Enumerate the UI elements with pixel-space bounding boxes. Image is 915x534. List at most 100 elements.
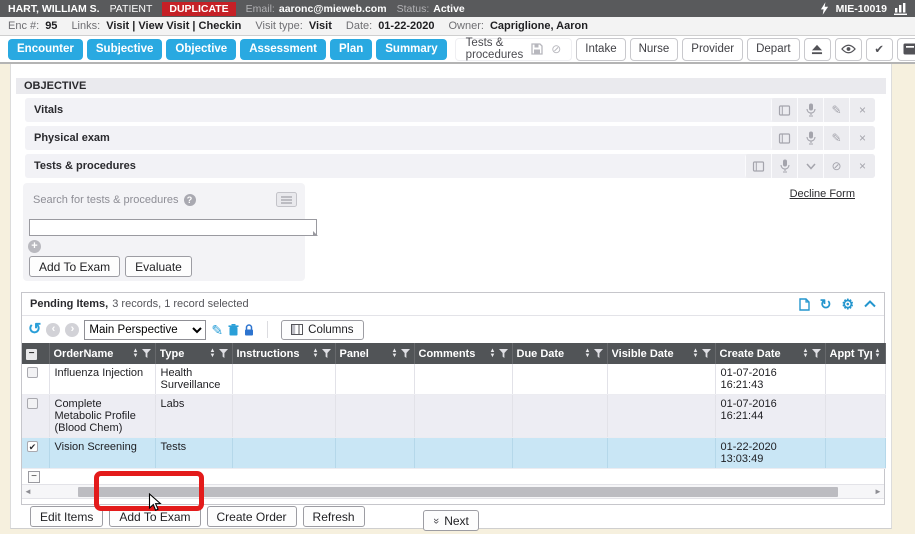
edit-icon[interactable]: ✎ <box>823 98 849 122</box>
tab-objective[interactable]: Objective <box>166 39 236 60</box>
col-panel[interactable]: Panel▲▼ <box>335 343 414 364</box>
microphone-icon[interactable] <box>797 126 823 150</box>
microphone-icon[interactable] <box>771 154 797 178</box>
edit-perspective-icon[interactable]: ✎ <box>211 323 223 337</box>
check-button[interactable]: ✔ <box>866 38 893 61</box>
sort-icon[interactable]: ▲▼ <box>392 349 398 358</box>
filter-icon[interactable] <box>219 349 228 358</box>
col-comments[interactable]: Comments▲▼ <box>414 343 512 364</box>
scrollbar-thumb[interactable] <box>78 487 838 497</box>
filter-icon[interactable] <box>142 349 151 358</box>
tab-assessment[interactable]: Assessment <box>240 39 326 60</box>
book-icon[interactable] <box>771 98 797 122</box>
col-ordername[interactable]: OrderName▲▼ <box>49 343 155 364</box>
col-visible-date[interactable]: Visible Date▲▼ <box>607 343 715 364</box>
save-icon[interactable] <box>531 43 543 55</box>
cell-create-date: 01-22-2020 13:03:49 <box>715 438 825 469</box>
close-icon[interactable]: × <box>849 154 875 178</box>
close-icon[interactable]: × <box>849 98 875 122</box>
col-due-date[interactable]: Due Date▲▼ <box>512 343 607 364</box>
duplicate-badge[interactable]: DUPLICATE <box>162 2 235 16</box>
row-checkbox[interactable] <box>27 441 38 452</box>
sort-icon[interactable]: ▲▼ <box>313 349 319 358</box>
filter-icon[interactable] <box>594 349 603 358</box>
col-type[interactable]: Type▲▼ <box>155 343 232 364</box>
row-checkbox[interactable] <box>27 398 38 409</box>
sort-icon[interactable]: ▲▼ <box>803 349 809 358</box>
provider-button[interactable]: Provider <box>682 38 743 61</box>
scroll-left-icon[interactable]: ◄ <box>22 488 34 496</box>
perspective-select[interactable]: Main Perspective <box>84 320 206 340</box>
filter-icon[interactable] <box>702 349 711 358</box>
archive-button[interactable] <box>897 38 915 61</box>
cancel-icon[interactable]: ⊘ <box>551 42 561 56</box>
cell-due-date <box>512 364 607 395</box>
eject-button[interactable] <box>804 38 831 61</box>
collapse-chevron-icon[interactable] <box>864 300 876 308</box>
filter-icon[interactable] <box>322 349 331 358</box>
collapse-all-icon[interactable]: − <box>26 349 37 360</box>
list-icon[interactable] <box>276 192 297 207</box>
eye-button[interactable] <box>835 38 862 61</box>
prev-page-icon[interactable]: ‹ <box>46 323 60 337</box>
table-row-selected[interactable]: Vision Screening Tests 01-22-2020 13:03:… <box>22 438 885 469</box>
filter-icon[interactable] <box>401 349 410 358</box>
bolt-icon[interactable] <box>820 2 829 15</box>
sort-icon[interactable]: ▲▼ <box>210 349 216 358</box>
links-label: Links: <box>71 20 100 32</box>
tab-plan[interactable]: Plan <box>330 39 372 60</box>
resize-grip-icon[interactable] <box>313 231 318 236</box>
select-all-header[interactable]: − <box>22 343 49 364</box>
undo-icon[interactable]: ↺ <box>28 322 41 338</box>
col-appt-type[interactable]: Appt Type▲▼ <box>825 343 885 364</box>
system-code: MIE-10019 <box>836 3 887 15</box>
sort-icon[interactable]: ▲▼ <box>585 349 591 358</box>
sort-icon[interactable]: ▲▼ <box>133 349 139 358</box>
vitals-section-row[interactable]: Vitals ✎ × <box>25 98 875 122</box>
scroll-right-icon[interactable]: ► <box>872 488 884 496</box>
visit-links[interactable]: Visit | View Visit | Checkin <box>106 20 241 32</box>
chevron-down-icon[interactable] <box>797 154 823 178</box>
lock-icon[interactable] <box>244 324 254 336</box>
sort-icon[interactable]: ▲▼ <box>693 349 699 358</box>
close-icon[interactable]: × <box>849 126 875 150</box>
tests-search-input[interactable] <box>29 219 317 236</box>
help-icon[interactable]: ? <box>184 194 196 206</box>
row-checkbox[interactable] <box>27 367 38 378</box>
table-row[interactable]: Complete Metabolic Profile (Blood Chem) … <box>22 395 885 438</box>
add-row-icon[interactable]: + <box>28 240 41 253</box>
col-instructions[interactable]: Instructions▲▼ <box>232 343 335 364</box>
new-document-icon[interactable] <box>799 298 810 311</box>
next-page-icon[interactable]: › <box>65 323 79 337</box>
filter-icon[interactable] <box>812 349 821 358</box>
refresh-icon[interactable]: ↻ <box>820 297 832 311</box>
col-create-date[interactable]: Create Date▲▼ <box>715 343 825 364</box>
columns-button[interactable]: Columns <box>281 320 363 340</box>
tab-summary[interactable]: Summary <box>376 39 446 60</box>
next-button[interactable]: » Next <box>423 510 479 531</box>
tests-section-row[interactable]: Tests & procedures ⊘ × <box>25 154 875 178</box>
collapse-icon[interactable]: − <box>28 471 40 483</box>
horizontal-scrollbar[interactable]: ◄ ► <box>22 485 884 499</box>
physical-exam-section-row[interactable]: Physical exam ✎ × <box>25 126 875 150</box>
edit-icon[interactable]: ✎ <box>823 126 849 150</box>
book-icon[interactable] <box>771 126 797 150</box>
add-to-exam-button-top[interactable]: Add To Exam <box>29 256 120 277</box>
book-icon[interactable] <box>745 154 771 178</box>
delete-perspective-icon[interactable] <box>228 324 239 336</box>
sort-icon[interactable]: ▲▼ <box>490 349 496 358</box>
table-row[interactable]: Influenza Injection Health Surveillance … <box>22 364 885 395</box>
tab-encounter[interactable]: Encounter <box>8 39 83 60</box>
evaluate-button[interactable]: Evaluate <box>125 256 192 277</box>
chart-icon[interactable] <box>894 2 907 15</box>
intake-button[interactable]: Intake <box>576 38 625 61</box>
nurse-button[interactable]: Nurse <box>630 38 679 61</box>
tab-subjective[interactable]: Subjective <box>87 39 163 60</box>
decline-form-link[interactable]: Decline Form <box>790 188 855 200</box>
depart-button[interactable]: Depart <box>747 38 800 61</box>
disable-icon[interactable]: ⊘ <box>823 154 849 178</box>
filter-icon[interactable] <box>499 349 508 358</box>
microphone-icon[interactable] <box>797 98 823 122</box>
settings-gear-icon[interactable]: ⚙ <box>841 297 854 311</box>
sort-icon[interactable]: ▲▼ <box>875 349 881 358</box>
